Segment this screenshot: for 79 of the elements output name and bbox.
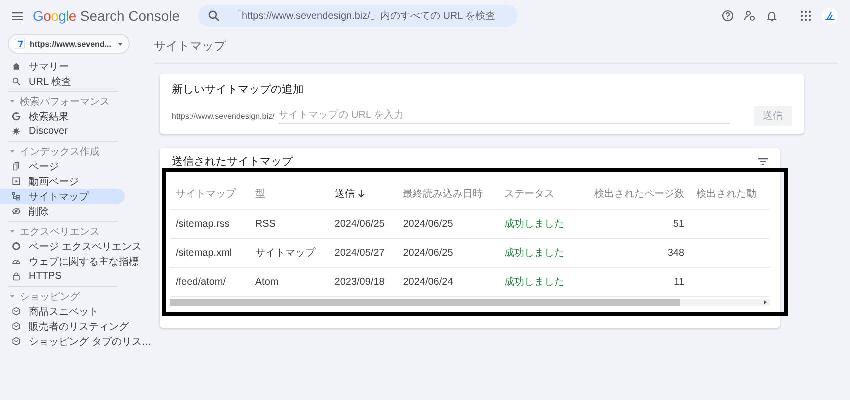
nav-item-icon (12, 162, 21, 171)
search-field[interactable]: 「https://www.sevendesign.biz/」内のすべての URL を検査 (198, 5, 518, 27)
nav-item-icon (12, 307, 21, 316)
nav-item-icon (12, 62, 21, 71)
table-cell: /sitemap.rss (170, 210, 250, 238)
nav-item-icon (12, 207, 21, 216)
nav-item[interactable]: サイトマップ (0, 189, 125, 204)
nav-item-icon (12, 177, 21, 186)
column-header[interactable]: 最終読み込み日時 (397, 179, 499, 210)
search-icon (208, 10, 220, 22)
nav-item-icon (12, 192, 21, 201)
table-cell: RSS (249, 210, 329, 238)
help-icon[interactable] (722, 10, 734, 22)
column-header[interactable]: 型 (249, 179, 329, 210)
nav-item[interactable]: 検索結果 (0, 109, 125, 124)
caret-icon (10, 100, 15, 103)
table-cell: 2024/06/25 (328, 210, 398, 238)
column-header[interactable]: ステータス (498, 179, 578, 210)
property-selector[interactable]: https://www.sevend... (8, 34, 130, 54)
table-cell: 11 (578, 268, 691, 296)
status-cell: 成功しました (498, 210, 578, 238)
table-cell: 348 (578, 238, 691, 268)
sort-arrow-icon (358, 190, 365, 198)
user-settings-icon[interactable] (744, 10, 756, 22)
column-header[interactable]: 検出されたページ数 (578, 179, 691, 210)
column-header[interactable]: サイトマップ (170, 179, 250, 210)
nav-item[interactable]: HTTPS (0, 269, 125, 284)
column-header[interactable]: 送信 (328, 179, 398, 210)
caret-icon (10, 230, 15, 233)
menu-icon[interactable] (12, 12, 23, 20)
table-cell: 2024/06/25 (397, 210, 499, 238)
nav-item[interactable]: 動画ページ (0, 174, 125, 189)
apps-grid-icon[interactable] (800, 10, 812, 22)
table-cell: Atom (249, 268, 329, 296)
nav-item[interactable]: ページ エクスペリエンス (0, 239, 150, 254)
nav-item-icon (12, 257, 21, 266)
table-cell: 2024/06/24 (397, 268, 499, 296)
nav-item[interactable]: 削除 (0, 204, 125, 219)
table-cell: /sitemap.xml (170, 238, 250, 268)
caret-icon (10, 295, 15, 298)
caret-icon (10, 150, 15, 153)
product-name: Search Console (80, 8, 180, 24)
page-title: サイトマップ (154, 32, 838, 64)
nav-item[interactable]: 販売者のリスティング (0, 319, 137, 334)
site-favicon-icon (15, 39, 25, 49)
nav-item-icon (12, 127, 21, 136)
card-title: 新しいサイトマップの追加 (172, 82, 305, 97)
column-header[interactable]: 検出された動 (690, 179, 770, 210)
nav-item-icon (12, 337, 21, 346)
card-title: 送信されたサイトマップ (172, 154, 293, 169)
table-cell: /feed/atom/ (170, 268, 250, 296)
nav-item-icon (12, 272, 21, 281)
nav-item-icon (12, 112, 21, 121)
nav-item[interactable]: サマリー (0, 59, 125, 74)
bell-icon[interactable] (766, 10, 778, 22)
nav-item-icon (12, 322, 21, 331)
horizontal-scrollbar[interactable] (170, 299, 770, 306)
nav-item[interactable]: Discover (0, 124, 125, 139)
url-prefix: https://www.sevendesign.biz/ (172, 112, 275, 120)
nav-item-icon (12, 77, 21, 86)
nav-item-icon (12, 242, 21, 251)
avatar-icon[interactable] (822, 8, 838, 24)
nav-item[interactable]: ショッピング タブのリス… (0, 334, 160, 349)
nav-item[interactable]: 商品スニペット (0, 304, 125, 319)
filter-icon[interactable] (758, 158, 768, 166)
dropdown-caret-icon (118, 42, 123, 46)
table-cell: 2023/09/18 (328, 268, 398, 296)
table-cell: 2024/06/25 (397, 238, 499, 268)
table-cell: 51 (578, 210, 691, 238)
status-cell: 成功しました (498, 268, 578, 296)
table-cell: 2024/05/27 (328, 238, 398, 268)
logo-wordmark: Google (33, 8, 76, 24)
status-cell: 成功しました (498, 238, 578, 268)
nav-item[interactable]: ウェブに関する主な指標 (0, 254, 147, 269)
sitemap-url-field[interactable]: サイトマップの URL を入力 (278, 108, 730, 124)
nav-item[interactable]: ページ (0, 159, 125, 174)
nav-item[interactable]: URL 検査 (0, 74, 125, 89)
table-cell: サイトマップ (249, 238, 329, 268)
scroll-right-arrow-icon[interactable] (764, 300, 767, 305)
